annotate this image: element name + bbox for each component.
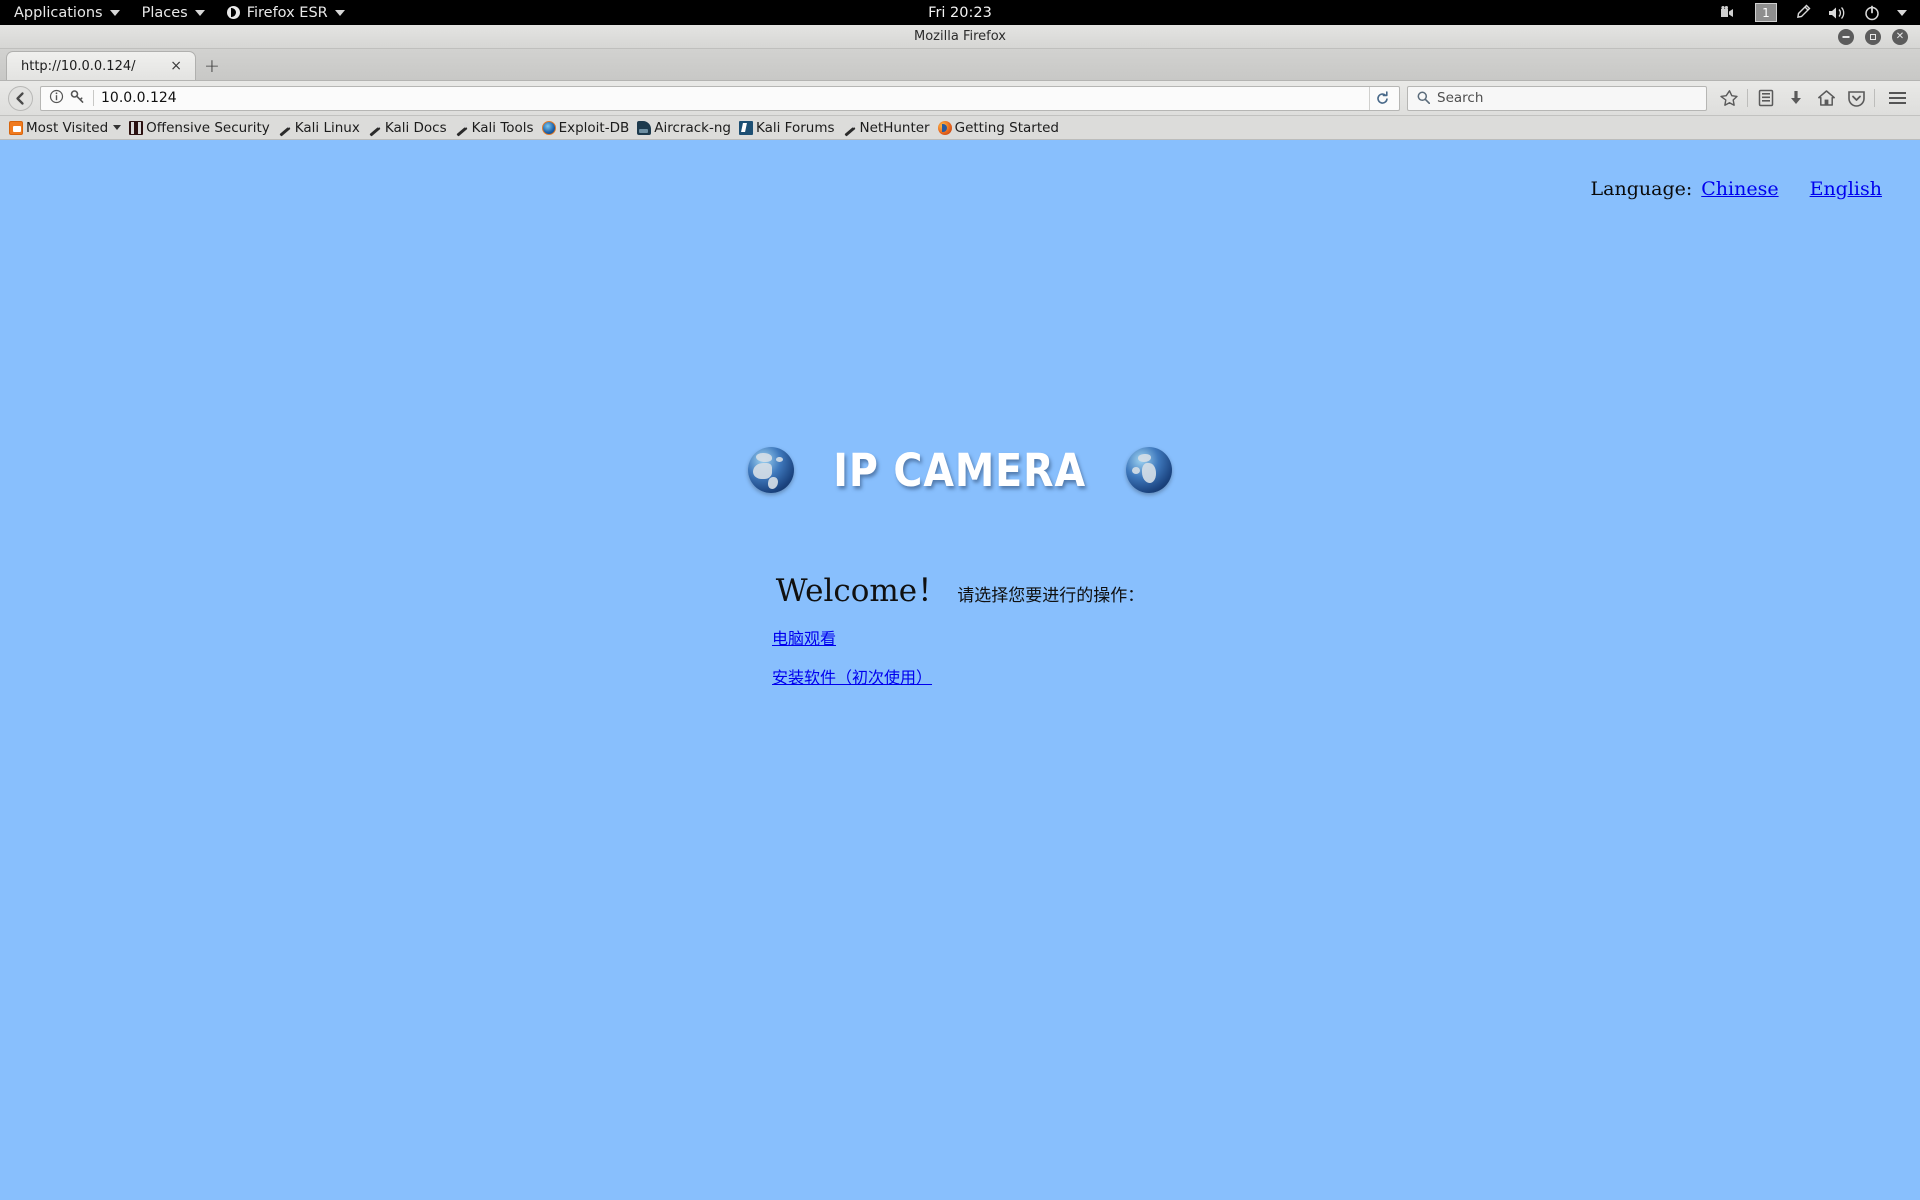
bookmark-aircrack-ng[interactable]: Aircrack-ng [633, 117, 735, 139]
aircrack-ng-icon [637, 120, 652, 135]
bookmarks-toolbar: Most Visited Offensive Security Kali Lin… [0, 116, 1920, 140]
menu-places-label: Places [141, 4, 188, 21]
kali-dragon-icon [843, 121, 857, 135]
language-selector: Language: Chinese English [1591, 178, 1882, 200]
download-icon[interactable] [1781, 83, 1811, 113]
bookmark-label: Kali Tools [471, 119, 534, 136]
bookmark-kali-docs[interactable]: Kali Docs [364, 117, 451, 139]
pocket-icon[interactable] [1841, 83, 1871, 113]
most-visited-icon [9, 120, 23, 135]
maximize-button[interactable] [1865, 28, 1881, 45]
video-camera-icon[interactable] [1720, 5, 1738, 20]
exploit-db-icon [541, 120, 556, 135]
link-view-on-computer[interactable]: 电脑观看 [772, 625, 836, 649]
bookmark-kali-forums[interactable]: Kali Forums [735, 117, 839, 139]
web-page-content: Language: Chinese English IP CAMERA Welc… [0, 140, 1920, 1200]
bookmark-kali-linux[interactable]: Kali Linux [274, 117, 364, 139]
bookmark-star-icon[interactable] [1714, 83, 1744, 113]
toolbar-divider [1747, 89, 1748, 107]
menu-firefox-esr-label: Firefox ESR [246, 4, 328, 21]
close-button[interactable]: ✕ [1892, 28, 1908, 45]
ip-camera-logo: IP CAMERA [0, 447, 1920, 493]
browser-tab[interactable]: http://10.0.0.124/ × [6, 51, 196, 80]
bookmark-label: Aircrack-ng [654, 119, 731, 136]
search-bar[interactable]: Search [1407, 85, 1707, 111]
desktop-top-panel: Applications Places Firefox ESR Fri 20:2… [0, 0, 1920, 25]
chevron-down-icon [113, 125, 122, 130]
pen-icon[interactable] [1794, 4, 1811, 21]
navigation-toolbar: 10.0.0.124 Search [0, 81, 1920, 116]
bookmark-label: Kali Forums [755, 119, 835, 136]
menu-firefox-esr[interactable]: Firefox ESR [216, 0, 356, 25]
firefox-icon [226, 6, 240, 19]
welcome-heading: Welcome！ 请选择您要进行的操作： [0, 565, 1920, 610]
bookmark-getting-started[interactable]: Getting Started [934, 117, 1063, 139]
url-input[interactable]: 10.0.0.124 [93, 90, 1363, 106]
tab-strip: http://10.0.0.124/ × + [0, 49, 1920, 81]
chevron-down-icon [194, 9, 205, 16]
minimize-button[interactable] [1838, 28, 1854, 45]
system-tray: 1 [1720, 0, 1920, 25]
chevron-down-icon[interactable] [1897, 9, 1907, 16]
url-bar[interactable]: 10.0.0.124 [40, 85, 1400, 111]
back-button[interactable] [8, 85, 33, 111]
window-titlebar: Mozilla Firefox ✕ [0, 25, 1920, 49]
menu-applications[interactable]: Applications [0, 0, 131, 25]
key-icon[interactable] [70, 89, 85, 108]
bookmark-kali-tools[interactable]: Kali Tools [451, 117, 538, 139]
workspace-indicator[interactable]: 1 [1755, 3, 1777, 22]
bookmark-label: Offensive Security [146, 119, 270, 136]
menu-places[interactable]: Places [131, 0, 216, 25]
firefox-window: Mozilla Firefox ✕ http://10.0.0.124/ × +… [0, 25, 1920, 1200]
logo-text: IP CAMERA [833, 443, 1087, 497]
bookmark-nethunter[interactable]: NetHunter [839, 117, 934, 139]
close-icon[interactable]: × [165, 59, 187, 73]
page-info-icon[interactable] [49, 89, 64, 108]
bookmark-label: Most Visited [26, 119, 109, 136]
link-install-software[interactable]: 安装软件（初次使用） [772, 664, 932, 688]
language-link-english[interactable]: English [1810, 178, 1882, 200]
chevron-down-icon [334, 9, 345, 16]
search-icon [1417, 89, 1431, 108]
power-icon[interactable] [1864, 5, 1880, 21]
chevron-down-icon [109, 9, 120, 16]
globe-icon [748, 447, 795, 493]
bookmark-label: NetHunter [859, 119, 930, 136]
kali-dragon-icon [368, 121, 382, 135]
action-link-list: 电脑观看 安装软件（初次使用） [772, 625, 932, 688]
tab-label: http://10.0.0.124/ [21, 58, 136, 74]
welcome-english-text: Welcome！ [775, 573, 949, 609]
menu-applications-label: Applications [14, 4, 103, 21]
bookmark-label: Kali Docs [384, 119, 447, 136]
bookmark-offensive-security[interactable]: Offensive Security [125, 117, 274, 139]
hamburger-menu-icon[interactable] [1882, 83, 1912, 113]
bookmark-exploit-db[interactable]: Exploit-DB [538, 117, 634, 139]
kali-dragon-icon [278, 121, 292, 135]
bookmark-label: Exploit-DB [558, 119, 630, 136]
kali-forums-icon [738, 120, 753, 135]
toolbar-icons [1714, 83, 1912, 113]
firefox-icon [937, 120, 952, 135]
window-title: Mozilla Firefox [914, 29, 1006, 44]
bookmark-label: Kali Linux [294, 119, 360, 136]
language-link-chinese[interactable]: Chinese [1701, 178, 1778, 200]
welcome-chinese-text: 请选择您要进行的操作： [957, 586, 1145, 606]
reload-button[interactable] [1369, 86, 1395, 110]
library-icon[interactable] [1751, 83, 1781, 113]
language-label: Language: [1590, 178, 1693, 200]
search-input[interactable]: Search [1437, 90, 1483, 106]
offensive-security-icon [129, 120, 144, 135]
home-icon[interactable] [1811, 83, 1841, 113]
globe-icon [1125, 447, 1172, 493]
bookmark-label: Getting Started [954, 119, 1059, 136]
kali-dragon-icon [455, 121, 469, 135]
toolbar-divider [1874, 89, 1875, 107]
window-controls: ✕ [1838, 28, 1920, 45]
speaker-icon[interactable] [1828, 5, 1847, 21]
bookmark-most-visited[interactable]: Most Visited [5, 117, 125, 139]
new-tab-button[interactable]: + [196, 51, 228, 80]
